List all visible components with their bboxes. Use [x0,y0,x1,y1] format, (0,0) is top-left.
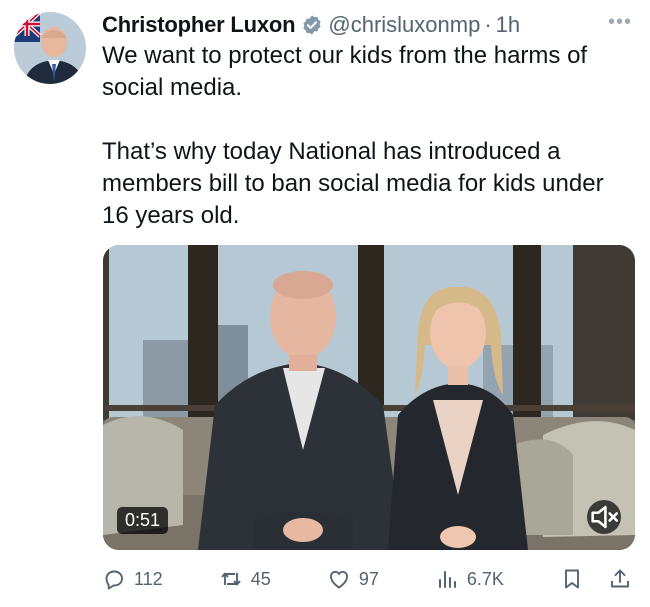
tweet-text: We want to protect our kids from the har… [102,42,604,229]
reply-count: 112 [134,568,163,589]
repost-button[interactable]: 45 [219,567,271,591]
reply-button[interactable]: 112 [102,567,163,591]
video-thumbnail [103,245,635,550]
repost-icon [221,572,241,586]
separator-dot: · [484,12,492,37]
views-chart-icon [438,571,456,588]
video-player[interactable]: 0:51 [103,245,635,550]
tweet-header: Christopher Luxon @chrisluxonmp · 1h ••• [102,8,638,42]
like-count: 97 [358,568,379,589]
speaker-muted-icon [591,505,619,529]
display-name[interactable]: Christopher Luxon [102,12,296,38]
share-icon [611,569,629,588]
video-duration: 0:51 [117,507,169,534]
more-options-icon[interactable]: ••• [608,12,632,32]
verified-badge-icon [303,15,322,35]
handle[interactable]: @chrisluxonmp [328,12,480,38]
share-button[interactable] [608,567,632,591]
reply-icon [105,570,123,590]
repost-count: 45 [250,568,271,589]
tweet-actions: 112 45 97 6.7K [102,562,632,596]
timestamp[interactable]: 1h [496,12,520,38]
like-button[interactable]: 97 [327,567,379,591]
bookmark-icon [565,569,579,589]
avatar-image [14,12,86,84]
mute-toggle-button[interactable] [587,500,621,534]
avatar[interactable] [14,12,86,84]
views-count: 6.7K [466,568,504,589]
bookmark-button[interactable] [560,567,584,591]
views-button[interactable]: 6.7K [435,567,504,591]
right-actions [560,567,632,591]
heart-icon [329,570,348,589]
